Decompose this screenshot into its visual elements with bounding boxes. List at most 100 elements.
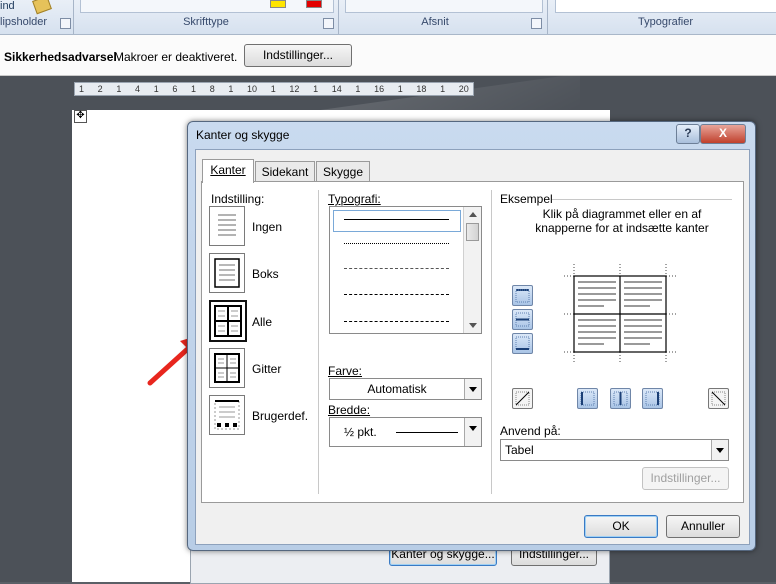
- color-dropdown-icon[interactable]: [464, 379, 481, 399]
- preview-options-button[interactable]: Indstillinger...: [642, 467, 729, 490]
- setting-none-icon[interactable]: [209, 206, 245, 246]
- ok-button[interactable]: OK: [584, 515, 658, 538]
- style-listbox[interactable]: [329, 206, 482, 334]
- style-scrollbar[interactable]: [463, 207, 481, 333]
- diagonal-up-border-button[interactable]: [708, 388, 729, 409]
- width-dropdown-icon[interactable]: [464, 418, 481, 446]
- borders-shading-dialog: Kanter og skygge ? X Kanter Sidekant Sky…: [187, 121, 756, 551]
- tab-shading[interactable]: Skygge: [316, 161, 370, 182]
- bottom-border-button[interactable]: [512, 333, 533, 354]
- styles-group-label: Typografier: [637, 16, 694, 28]
- setting-heading: Indstilling:: [211, 192, 265, 206]
- ruler-mark: 18: [416, 84, 427, 94]
- diagonal-down-border-button[interactable]: [512, 388, 533, 409]
- scroll-down-icon[interactable]: [469, 323, 477, 328]
- preview-heading: Eksempel: [500, 192, 553, 206]
- ruler-mark: 1: [153, 84, 159, 94]
- width-sample-line: [396, 432, 458, 433]
- tab-borders-label: Kanter: [210, 163, 246, 177]
- style-dotted-line[interactable]: [344, 243, 449, 244]
- font-launcher-icon[interactable]: [323, 18, 334, 29]
- format-painter-icon[interactable]: [32, 0, 52, 15]
- ruler-mark: 10: [247, 84, 258, 94]
- help-button[interactable]: ?: [676, 124, 700, 144]
- find-button-label[interactable]: ind: [0, 0, 15, 12]
- ruler-mark: 1: [79, 84, 85, 94]
- paragraph-launcher-icon[interactable]: [531, 18, 542, 29]
- ruler-mark: 6: [172, 84, 178, 94]
- tab-borders[interactable]: Kanter: [202, 159, 254, 183]
- scroll-thumb[interactable]: [466, 223, 479, 241]
- color-label-text: Farve:: [328, 364, 363, 378]
- preview-hint: Klik på diagrammet eller en af knapperne…: [535, 207, 709, 235]
- ruler-mark: 14: [331, 84, 342, 94]
- setting-custom-label: Brugerdef.: [252, 409, 309, 423]
- width-value: ½ pkt.: [344, 425, 377, 439]
- inside-horizontal-border-button[interactable]: [512, 309, 533, 330]
- setting-box-text: Boks: [252, 267, 279, 281]
- color-combo[interactable]: Automatisk: [329, 378, 482, 400]
- preview-divider: [552, 199, 732, 200]
- highlight-color-icon[interactable]: [270, 0, 286, 8]
- security-warning-bar: Sikkerhedsadvarsel Makroer er deaktivere…: [0, 35, 776, 76]
- style-heading: Typografi:: [328, 192, 381, 206]
- ruler-mark: 4: [135, 84, 141, 94]
- column-divider: [491, 190, 492, 494]
- font-group-label: Skrifttype: [183, 16, 229, 28]
- ruler-mark: 1: [313, 84, 319, 94]
- ruler[interactable]: 1 2 1 4 1 6 1 8 1 10 1 12 1 14 1 16 1 18 1 20: [74, 82, 474, 96]
- style-heading-text: Typografi:: [328, 192, 381, 206]
- setting-custom-icon[interactable]: [209, 395, 245, 435]
- left-border-button[interactable]: [577, 388, 598, 409]
- font-color-icon[interactable]: [306, 0, 322, 8]
- apply-to-combo[interactable]: Tabel: [500, 439, 729, 461]
- ruler-mark: 1: [355, 84, 361, 94]
- apply-to-value: Tabel: [505, 443, 534, 457]
- setting-box-icon[interactable]: [209, 253, 245, 293]
- ruler-mark: 20: [458, 84, 469, 94]
- group-divider: [338, 0, 339, 34]
- style-selected-item[interactable]: [333, 210, 461, 232]
- width-label-text: Bredde:: [328, 403, 371, 417]
- ruler-mark: 1: [397, 84, 403, 94]
- style-small-dash-line[interactable]: [344, 268, 449, 269]
- apply-to-dropdown-icon[interactable]: [711, 440, 728, 460]
- preview-diagram[interactable]: [564, 264, 676, 364]
- cancel-button[interactable]: Annuller: [666, 515, 740, 538]
- scroll-up-icon[interactable]: [469, 212, 477, 217]
- style-long-dash-line[interactable]: [344, 321, 449, 322]
- top-border-button[interactable]: [512, 285, 533, 306]
- clipboard-launcher-icon[interactable]: [60, 18, 71, 29]
- ruler-mark: 1: [270, 84, 276, 94]
- ruler-mark: 16: [374, 84, 385, 94]
- ruler-mark: 2: [97, 84, 103, 94]
- width-combo[interactable]: ½ pkt.: [329, 417, 482, 447]
- inside-vertical-border-button[interactable]: [610, 388, 631, 409]
- paragraph-group-label: Afsnit: [421, 16, 449, 28]
- ruler-mark: 1: [228, 84, 234, 94]
- column-divider: [318, 190, 319, 494]
- close-button[interactable]: X: [700, 124, 746, 144]
- width-label: Bredde:: [328, 403, 370, 417]
- styles-gallery[interactable]: [555, 0, 776, 13]
- ruler-marks: 1 2 1 4 1 6 1 8 1 10 1 12 1 14 1 16 1 18 1 20: [75, 83, 473, 95]
- setting-grid-icon[interactable]: [209, 348, 245, 388]
- setting-all-label: Alle: [252, 315, 273, 329]
- right-border-button[interactable]: [642, 388, 663, 409]
- table-move-handle-icon[interactable]: ✥: [74, 110, 87, 123]
- style-dash-line[interactable]: [344, 294, 449, 295]
- clipboard-group-label: lipsholder: [0, 16, 48, 28]
- dialog-title: Kanter og skygge: [196, 128, 290, 142]
- group-divider: [73, 0, 74, 34]
- color-value: Automatisk: [367, 382, 427, 396]
- borders-tab-panel: Indstilling: Ingen Boks Alle Gitter Brug…: [201, 181, 744, 503]
- color-label: Farve:: [328, 364, 362, 378]
- group-divider: [547, 0, 548, 34]
- setting-all-icon[interactable]: [209, 300, 247, 342]
- font-toolbar-row: [80, 0, 334, 13]
- ruler-mark: 1: [191, 84, 197, 94]
- style-solid-line[interactable]: [344, 219, 449, 220]
- setting-grid-label: Gitter: [252, 362, 282, 376]
- security-options-button[interactable]: Indstillinger...: [244, 44, 352, 67]
- tab-page-border[interactable]: Sidekant: [255, 161, 315, 182]
